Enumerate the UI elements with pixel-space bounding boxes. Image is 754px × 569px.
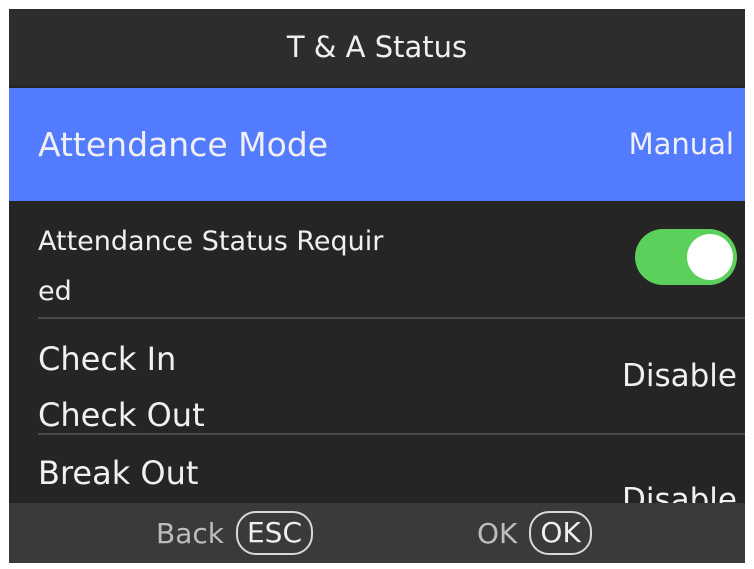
- check-in-out-row[interactable]: Check In Check Out Disable: [9, 319, 745, 434]
- footer-bar: Back ESC OK OK: [9, 503, 745, 563]
- back-button[interactable]: Back ESC: [156, 503, 313, 563]
- attendance-status-required-toggle[interactable]: [635, 229, 737, 285]
- attendance-mode-label: Attendance Mode: [38, 125, 329, 164]
- back-label: Back: [156, 516, 224, 550]
- check-in-out-value: Disable: [622, 358, 737, 394]
- check-in-label: Check In: [38, 340, 177, 378]
- break-out-row[interactable]: Break Out Disable: [9, 435, 745, 503]
- attendance-mode-value: Manual: [628, 127, 734, 161]
- attendance-status-required-label-line2: ed: [38, 276, 72, 307]
- page-title: T & A Status: [9, 9, 745, 85]
- ok-key-badge: OK: [529, 511, 592, 555]
- attendance-status-required-row[interactable]: Attendance Status Requir ed: [9, 201, 745, 317]
- esc-key-badge: ESC: [235, 511, 313, 555]
- ok-button[interactable]: OK OK: [477, 503, 592, 563]
- attendance-mode-row[interactable]: Attendance Mode Manual: [9, 88, 745, 201]
- check-in-out-label: Check In Check Out: [38, 331, 205, 443]
- break-out-label-line1: Break Out: [38, 454, 199, 492]
- ok-label: OK: [477, 516, 518, 550]
- break-out-label: Break Out: [38, 445, 198, 501]
- attendance-status-required-label-line1: Attendance Status Requir: [38, 226, 384, 257]
- attendance-status-required-label: Attendance Status Requir ed: [38, 217, 383, 317]
- break-out-value: Disable: [622, 482, 737, 503]
- toggle-knob: [687, 234, 733, 280]
- device-screen: T & A Status Attendance Mode Manual Atte…: [9, 9, 745, 563]
